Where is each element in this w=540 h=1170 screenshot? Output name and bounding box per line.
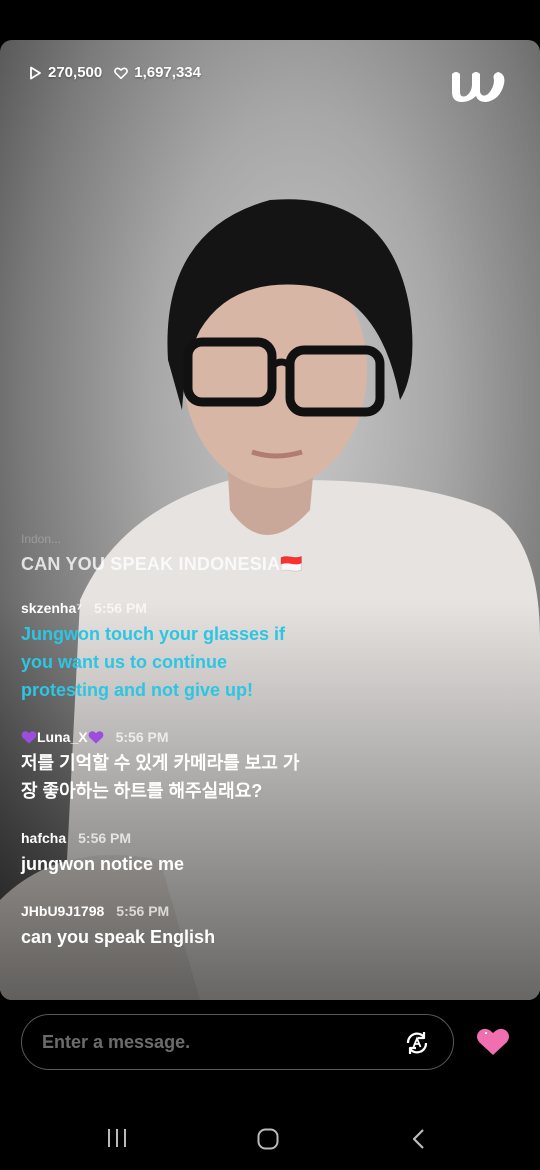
back-icon[interactable] (410, 1128, 428, 1150)
live-stats: 270,500 1,697,334 (28, 64, 213, 81)
message-input-field[interactable]: Enter a message. (21, 1014, 454, 1070)
chat-message: skzenha⁷ 5:56 PM Jungwon touch your glass… (21, 600, 321, 704)
status-bar (0, 0, 540, 40)
chat-message: Luna_X 5:56 PM 저를 기억할 수 있게 카메라를 보고 가 장 좋… (21, 729, 321, 805)
chat-message-top: CAN YOU SPEAK INDONESIA🇮🇩 (21, 554, 303, 574)
pink-heart-icon[interactable] (476, 1027, 510, 1057)
play-icon (30, 66, 41, 79)
chat-text-line: 저를 기억할 수 있게 카메라를 보고 가 (21, 753, 300, 773)
faded-previous-message: Indon... (21, 532, 62, 546)
chat-text-line: can you speak English (21, 927, 216, 947)
chat-text-line: Jungwon touch your glasses if (21, 624, 286, 644)
chat-username: hafcha (21, 830, 67, 846)
chat-text-line: protesting and not give up! (21, 680, 253, 700)
purple-heart-icon (88, 731, 103, 744)
chat-text-line: 장 좋아하는 하트를 해주실래요? (21, 781, 263, 801)
chat-time: 5:56 PM (94, 600, 147, 616)
live-video[interactable]: 270,500 1,697,334 Indon... CAN YOU SPEAK… (0, 40, 540, 1000)
translate-icon[interactable] (403, 1029, 431, 1057)
chat-username: Luna_X (37, 729, 88, 745)
chat-time: 5:56 PM (116, 903, 170, 919)
chat-message: hafcha 5:56 PM jungwon notice me (21, 830, 321, 878)
like-count: 1,697,334 (134, 64, 201, 81)
chat-time: 5:56 PM (78, 830, 132, 846)
chat-username: JHbU9J1798 (21, 903, 105, 919)
purple-heart-icon (21, 731, 37, 744)
recent-apps-icon[interactable] (106, 1128, 128, 1148)
weverse-logo (452, 72, 505, 102)
chat-text-line: you want us to continue (21, 652, 227, 672)
chat-time: 5:56 PM (115, 729, 169, 745)
home-icon[interactable] (257, 1128, 279, 1150)
chat-username: skzenha⁷ (21, 600, 83, 616)
system-nav-bar (0, 1100, 540, 1170)
heart-outline-icon (114, 66, 129, 79)
chat-message: JHbU9J1798 5:56 PM can you speak English (21, 903, 321, 951)
message-input-placeholder: Enter a message. (42, 1032, 191, 1052)
play-count: 270,500 (48, 64, 103, 81)
chat-text-line: jungwon notice me (21, 854, 185, 874)
